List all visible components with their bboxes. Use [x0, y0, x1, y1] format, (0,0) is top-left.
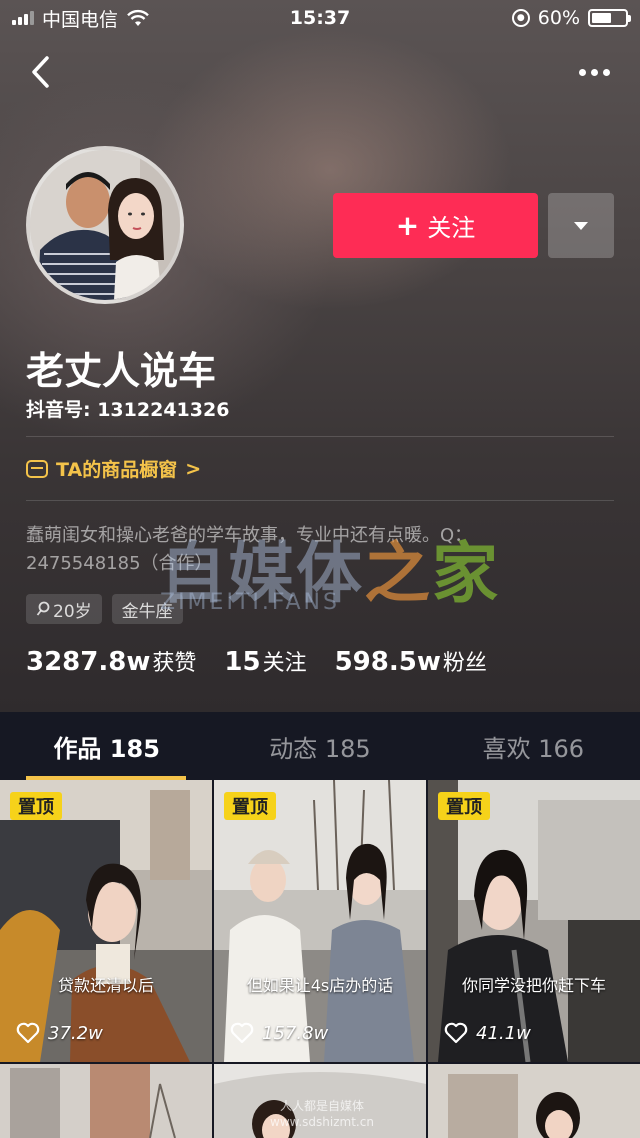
chevron-right-icon: > [185, 457, 202, 480]
video-likes: 157.8w [230, 1022, 328, 1044]
avatar-image [30, 150, 180, 300]
video-thumbnail[interactable] [428, 1064, 640, 1138]
video-likes: 37.2w [16, 1022, 103, 1044]
stat-following[interactable]: 15关注 [224, 645, 306, 677]
battery-icon [588, 9, 631, 27]
video-thumbnail-image [214, 1064, 426, 1138]
status-right: ● 60% [511, 7, 631, 29]
video-likes-count: 41.1w [476, 1022, 531, 1044]
back-icon [32, 56, 49, 88]
zodiac-tag: 金牛座 [111, 594, 183, 624]
video-caption: 但如果让4s店办的话 [246, 976, 394, 995]
heart-icon [16, 1022, 40, 1044]
video-thumbnail-image [428, 780, 640, 1062]
profile-stats: 3287.8w获赞 15关注 598.5w粉丝 [26, 645, 487, 677]
stat-likes-value: 3287.8w [26, 647, 151, 677]
status-bar: 中国电信 15:37 ● 60% [0, 0, 640, 36]
pinned-badge: 置顶 [438, 792, 490, 820]
shop-label: TA的商品橱窗 [56, 459, 178, 481]
shop-window-link[interactable]: TA的商品橱窗 > [26, 455, 201, 482]
tab-posts[interactable]: 动态 185 [213, 712, 426, 780]
video-thumbnail[interactable] [214, 1064, 426, 1138]
stat-followers[interactable]: 598.5w粉丝 [335, 645, 487, 677]
tab-likes[interactable]: 喜欢 166 [427, 712, 640, 780]
dropdown-icon [574, 221, 588, 230]
age-tag: 20岁 [26, 594, 102, 624]
stat-likes: 3287.8w获赞 [26, 645, 196, 677]
carrier-label: 中国电信 [42, 8, 119, 31]
status-left: 中国电信 [12, 5, 150, 32]
follow-button[interactable]: + 关注 [333, 193, 538, 258]
stat-followers-value: 598.5w [334, 647, 441, 677]
avatar[interactable] [26, 146, 184, 304]
back-button[interactable] [22, 52, 58, 92]
video-thumbnail-image [0, 1064, 212, 1138]
more-button[interactable] [579, 60, 610, 84]
age-tag-label: 20岁 [53, 601, 92, 622]
video-thumbnail-image [214, 780, 426, 1062]
stat-likes-label: 获赞 [152, 651, 197, 676]
tab-likes-label: 喜欢 166 [482, 734, 585, 763]
tab-works[interactable]: 作品 185 [0, 712, 213, 780]
shop-icon [26, 459, 48, 478]
follow-label: 关注 [427, 214, 476, 242]
video-likes-count: 37.2w [48, 1022, 103, 1044]
video-thumbnail[interactable] [0, 1064, 212, 1138]
bio: 蠢萌闺女和操心老爸的学车故事，专业中还有点暖。Q：2475548185（合作） [26, 525, 473, 574]
zodiac-tag-label: 金牛座 [121, 601, 173, 622]
tab-posts-label: 动态 185 [269, 734, 371, 763]
stat-following-value: 15 [224, 647, 261, 677]
douyin-id: 抖音号: 1312241326 [26, 399, 230, 421]
video-thumbnail[interactable]: 置顶 贷款还清以后 37.2w [0, 780, 212, 1062]
content-tabs: 作品 185 动态 185 喜欢 166 [0, 712, 640, 780]
divider [26, 500, 614, 501]
pinned-badge: 置顶 [10, 792, 62, 820]
tab-works-label: 作品 185 [53, 734, 160, 763]
video-thumbnail[interactable]: 置顶 但如果让4s店办的话 157.8w [214, 780, 426, 1062]
video-thumbnail-image [0, 780, 212, 1062]
video-thumbnail-image [428, 1064, 640, 1138]
heart-icon [444, 1022, 468, 1044]
battery-fill [592, 13, 612, 23]
video-likes-count: 157.8w [262, 1022, 329, 1044]
signal-icon [12, 11, 34, 25]
follow-plus-icon: + [395, 209, 420, 242]
stat-following-label: 关注 [262, 651, 307, 676]
video-grid: 置顶 贷款还清以后 37.2w 置顶 但如果让4s店办的话 157.8w 置顶 … [0, 780, 640, 1138]
wifi-icon [127, 9, 149, 26]
heart-icon [230, 1022, 254, 1044]
nickname: 老丈人说车 [26, 349, 217, 393]
video-likes: 41.1w [444, 1022, 531, 1044]
more-icon [579, 68, 586, 76]
search-icon [36, 601, 50, 616]
recommend-dropdown-button[interactable] [548, 193, 614, 258]
video-thumbnail[interactable]: 置顶 你同学没把你赶下车 41.1w [428, 780, 640, 1062]
profile-tags: 20岁 金牛座 [26, 594, 183, 624]
divider [26, 436, 614, 437]
stat-followers-label: 粉丝 [442, 651, 487, 676]
rotation-lock-icon: ● [511, 9, 530, 27]
pinned-badge: 置顶 [224, 792, 276, 820]
video-caption: 贷款还清以后 [57, 976, 154, 995]
battery-percent: 60% [537, 7, 580, 29]
video-caption: 你同学没把你赶下车 [461, 976, 606, 995]
